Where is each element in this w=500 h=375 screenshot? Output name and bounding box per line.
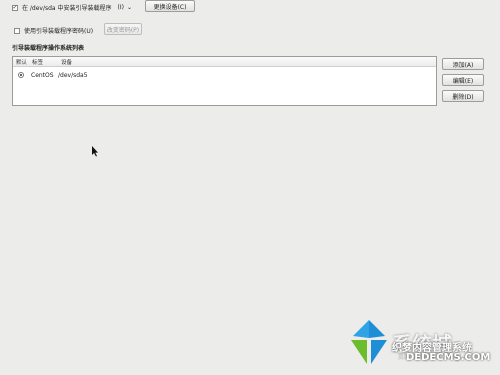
install-bootloader-shortcut: (I)	[117, 4, 124, 11]
bootloader-password-row: 使用引导装载程序密码(U)	[14, 26, 93, 35]
os-list-table[interactable]: 默认 标签 设备 CentOS /dev/sda5	[12, 56, 437, 106]
device-dropdown-icon[interactable]: ⌄	[127, 4, 132, 11]
column-default[interactable]: 默认	[16, 58, 32, 66]
bootloader-password-checkbox[interactable]	[14, 27, 20, 34]
os-list-header: 默认 标签 设备	[13, 57, 436, 67]
column-device[interactable]: 设备	[61, 58, 72, 66]
xitongcheng-logo-icon	[351, 320, 387, 364]
change-device-button[interactable]: 更换设备(C)	[145, 0, 195, 12]
bootloader-password-label: 使用引导装载程序密码(U)	[24, 28, 94, 35]
watermark-site-url: DEDECMS.COM	[406, 352, 491, 363]
column-label[interactable]: 标签	[32, 58, 61, 66]
add-button[interactable]: 添加(A)	[442, 58, 484, 70]
delete-button[interactable]: 删除(D)	[442, 90, 484, 102]
change-password-button[interactable]: 改变密码(P)	[104, 23, 142, 35]
row-label: CentOS	[31, 71, 54, 79]
default-radio[interactable]	[18, 72, 24, 78]
install-bootloader-row: ✓ 在 /dev/sda 中安装引导装载程序 (I) ⌄	[12, 3, 132, 12]
install-bootloader-label: 在 /dev/sda 中安装引导装载程序	[22, 5, 112, 12]
install-bootloader-checkbox[interactable]: ✓	[12, 4, 18, 11]
mouse-cursor-icon	[92, 146, 98, 157]
edit-button[interactable]: 编辑(E)	[442, 74, 484, 86]
row-device: /dev/sda5	[58, 71, 88, 79]
os-list-title: 引导装载程序操作系统列表	[12, 45, 85, 52]
table-row[interactable]: CentOS /dev/sda5	[13, 70, 436, 80]
